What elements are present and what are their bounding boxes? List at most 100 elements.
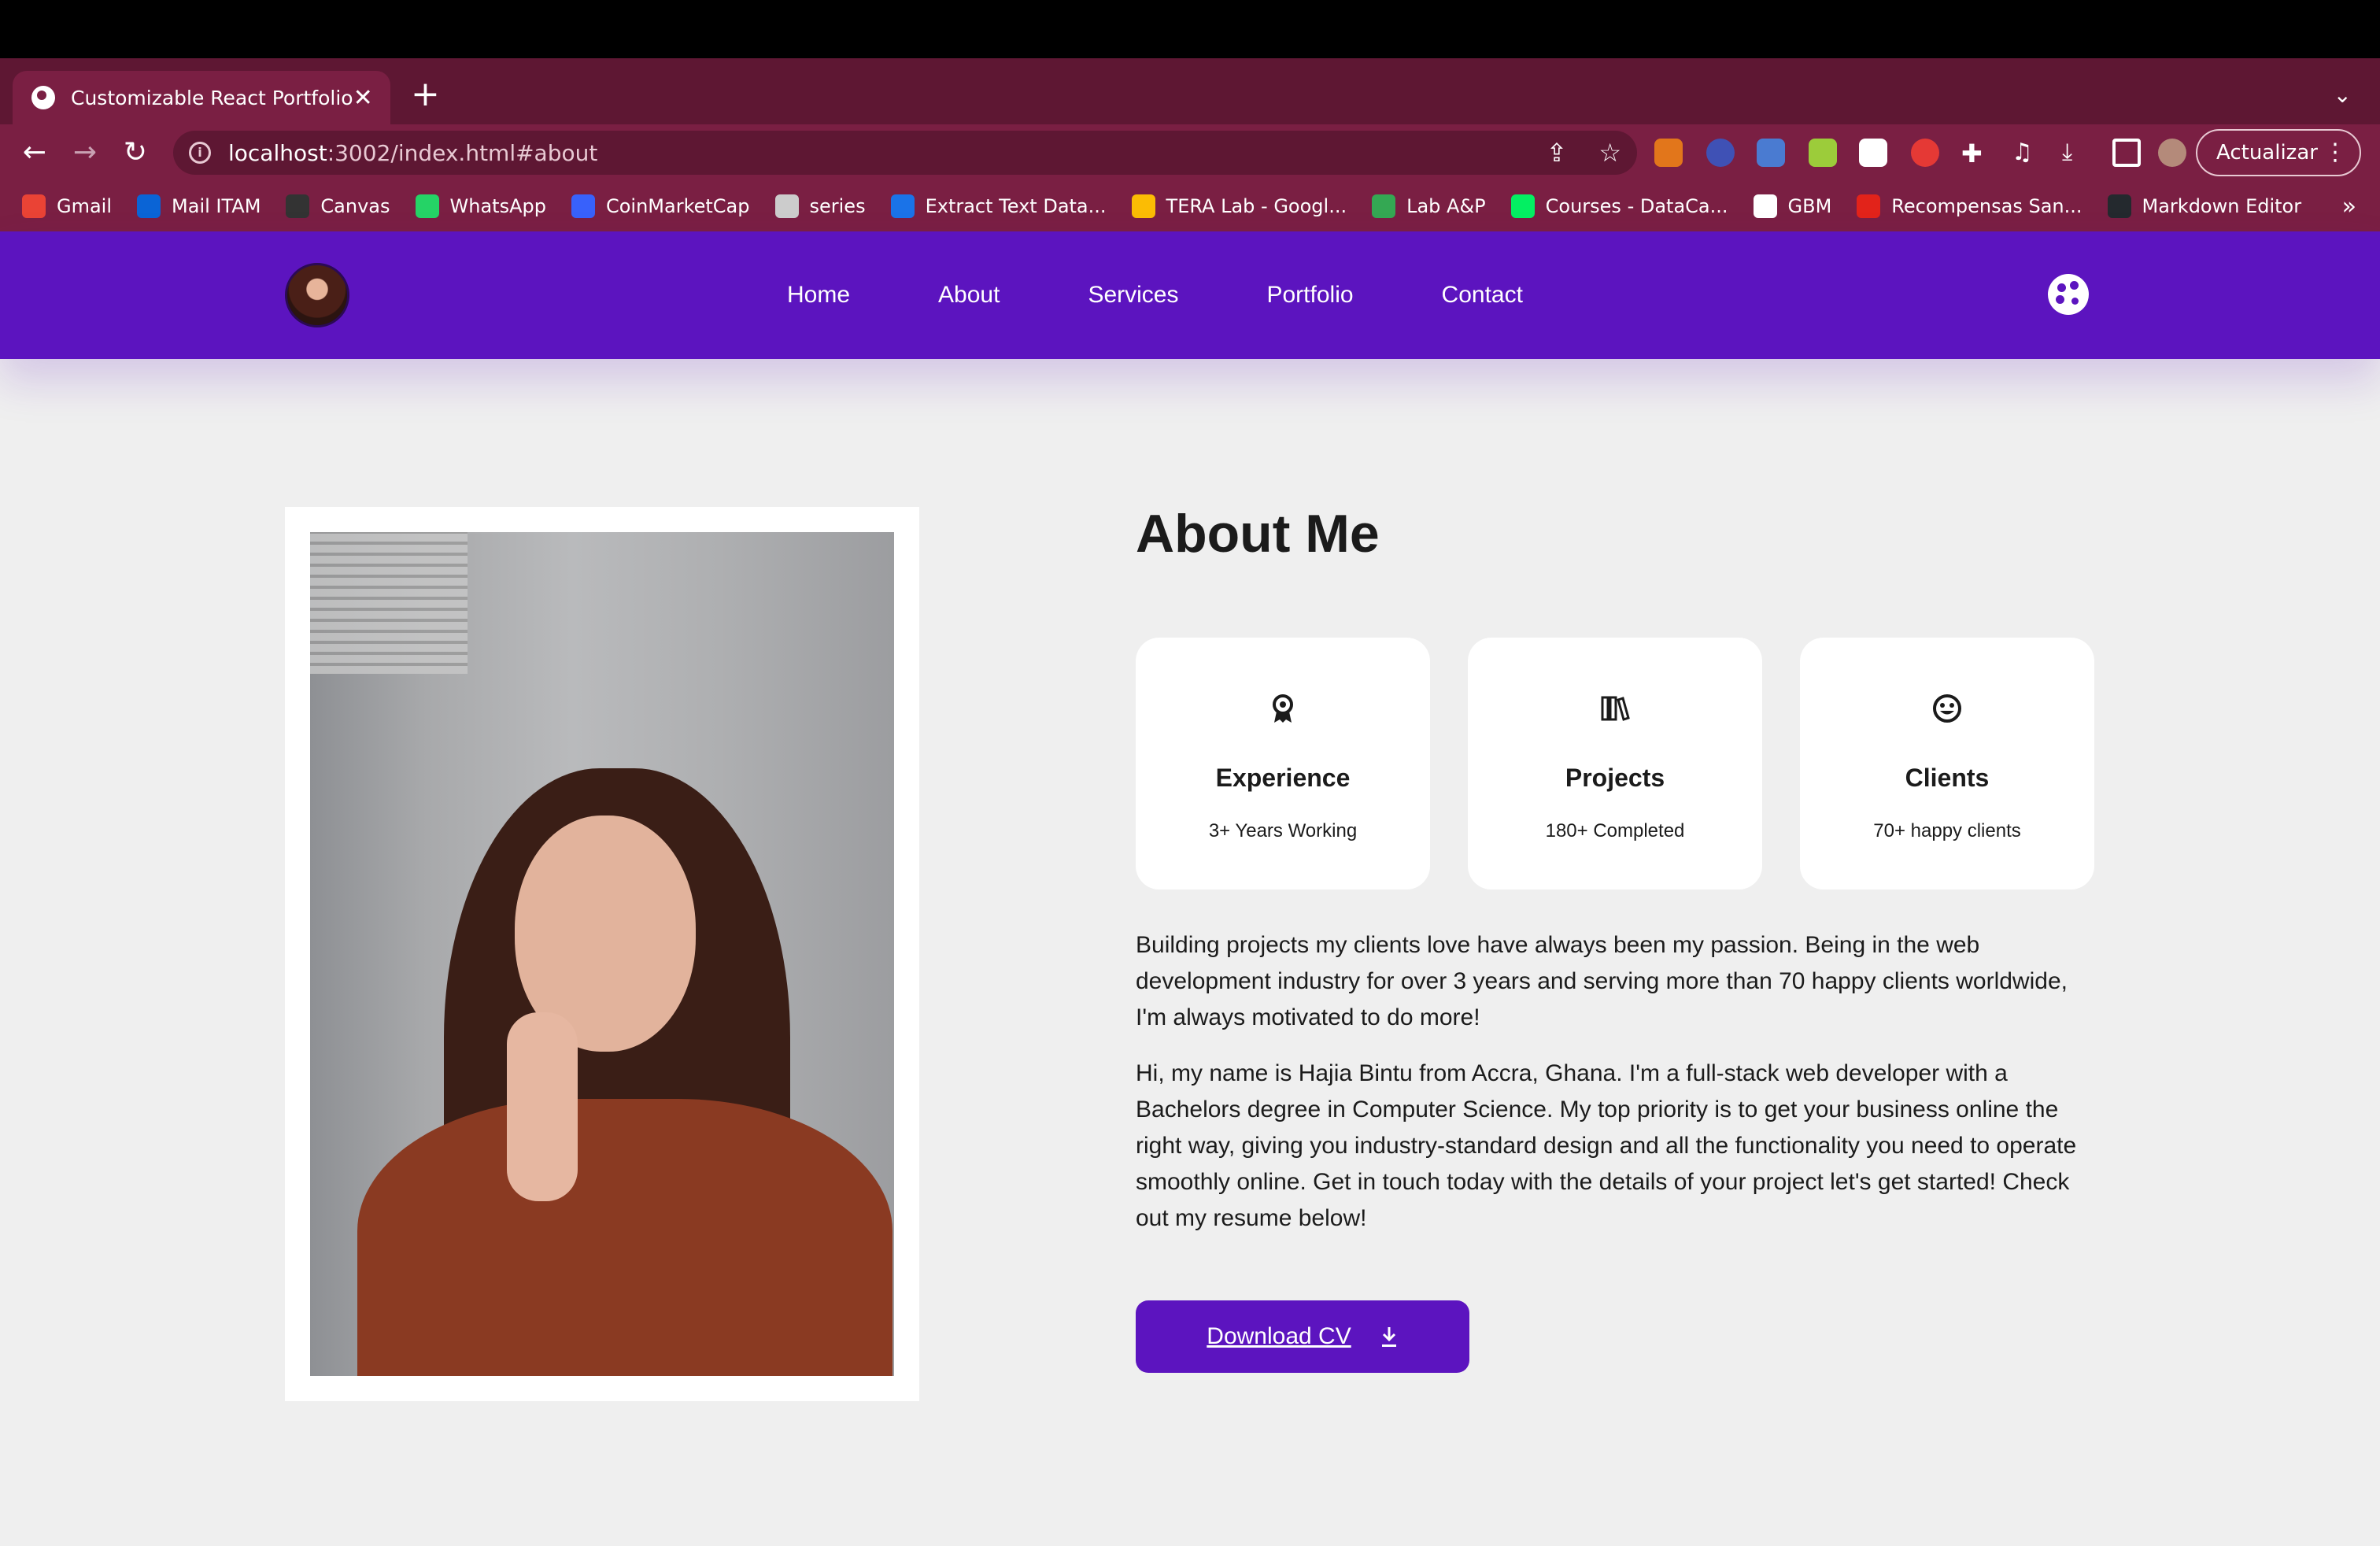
bookmark-label: Lab A&P xyxy=(1406,195,1486,217)
bookmark-icon xyxy=(2107,194,2131,218)
smile-icon xyxy=(1933,694,1961,723)
download-cv-button[interactable]: Download CV xyxy=(1136,1300,1469,1373)
page-title: About Me xyxy=(1136,504,1380,564)
bookmark-icon xyxy=(1372,194,1396,218)
stats-cards: Experience 3+ Years Working Projects 180… xyxy=(1136,638,2094,890)
bookmark-icon xyxy=(415,194,439,218)
card-title: Projects xyxy=(1565,764,1665,792)
bookmark-label: Recompensas San... xyxy=(1891,195,2082,217)
card-subtitle: 180+ Completed xyxy=(1545,820,1685,841)
bookmark-item[interactable]: GBM xyxy=(1753,194,1832,218)
bookmark-item[interactable]: Markdown Editor xyxy=(2107,194,2302,218)
back-button[interactable]: ← xyxy=(16,134,54,172)
url-host: localhost xyxy=(228,139,327,166)
bookmark-icon xyxy=(22,194,46,218)
bookmark-label: TERA Lab - Googl... xyxy=(1166,195,1347,217)
card-clients: Clients 70+ happy clients xyxy=(1800,638,2094,890)
tab-strip: Customizable React Portfolio ✕ + ⌄ xyxy=(0,58,2380,124)
extension-icon[interactable] xyxy=(1911,139,1939,167)
sidepanel-icon[interactable] xyxy=(2112,139,2141,167)
bookmark-icon xyxy=(1131,194,1155,218)
bookmark-item[interactable]: Recompensas San... xyxy=(1857,194,2082,218)
bookmark-item[interactable]: Extract Text Data... xyxy=(890,194,1107,218)
card-title: Clients xyxy=(1905,764,1990,792)
forward-button[interactable]: → xyxy=(66,134,104,172)
bookmark-item[interactable]: Mail ITAM xyxy=(137,194,261,218)
card-projects: Projects 180+ Completed xyxy=(1468,638,1762,890)
bookmark-label: GBM xyxy=(1787,195,1832,217)
card-experience: Experience 3+ Years Working xyxy=(1136,638,1430,890)
bookmark-label: CoinMarketCap xyxy=(605,195,750,217)
extension-icon[interactable] xyxy=(1706,139,1735,167)
card-title: Experience xyxy=(1215,764,1351,792)
bookmarks-bar: Gmail Mail ITAM Canvas WhatsApp CoinMarketCa… xyxy=(0,181,2380,231)
media-icon[interactable]: ♫ xyxy=(2012,139,2040,167)
main-nav: Home About Services Portfolio Contact xyxy=(787,231,1611,359)
bookmark-item[interactable]: series xyxy=(774,194,866,218)
browser-tab[interactable]: Customizable React Portfolio ✕ xyxy=(13,71,390,124)
update-button[interactable]: Actualizar ⋮ xyxy=(2196,129,2361,176)
info-icon[interactable]: i xyxy=(189,142,211,164)
bookmark-icon xyxy=(1753,194,1777,218)
bookmark-label: Gmail xyxy=(57,195,113,217)
reload-button[interactable]: ↻ xyxy=(116,134,154,172)
extension-icon[interactable] xyxy=(1757,139,1785,167)
bookmark-label: series xyxy=(809,195,866,217)
share-icon[interactable]: ⇪ xyxy=(1547,138,1568,168)
download-icon xyxy=(1381,1327,1396,1347)
bookmark-label: WhatsApp xyxy=(449,195,546,217)
tab-title: Customizable React Portfolio xyxy=(71,86,353,109)
profile-avatar[interactable] xyxy=(2158,139,2186,167)
bookmark-label: Mail ITAM xyxy=(172,195,261,217)
bookmark-item[interactable]: WhatsApp xyxy=(415,194,546,218)
new-tab-button[interactable]: + xyxy=(411,77,440,112)
bookmark-item[interactable]: Canvas xyxy=(286,194,390,218)
nav-about[interactable]: About xyxy=(938,282,1000,309)
card-subtitle: 70+ happy clients xyxy=(1873,820,2021,841)
bookmark-item[interactable]: TERA Lab - Googl... xyxy=(1131,194,1347,218)
close-icon[interactable]: ✕ xyxy=(353,84,373,112)
bookmark-item[interactable]: Gmail xyxy=(22,194,112,218)
extension-icon[interactable] xyxy=(1809,139,1837,167)
more-icon[interactable]: ⋮ xyxy=(2323,139,2347,166)
bookmarks-more-button[interactable]: » xyxy=(2342,193,2356,220)
bookmark-item[interactable]: Courses - DataCa... xyxy=(1510,194,1728,218)
about-paragraph-1: Building projects my clients love have a… xyxy=(1136,932,2068,1030)
chevron-down-icon[interactable]: ⌄ xyxy=(2334,82,2352,108)
award-icon xyxy=(1273,694,1293,723)
about-photo xyxy=(310,532,894,1376)
bookmark-label: Extract Text Data... xyxy=(925,195,1107,217)
metamask-icon[interactable] xyxy=(1654,139,1683,167)
star-icon[interactable]: ☆ xyxy=(1598,138,1621,168)
site-header: Home About Services Portfolio Contact xyxy=(0,231,2380,359)
about-photo-frame xyxy=(285,507,919,1401)
bookmark-item[interactable]: CoinMarketCap xyxy=(571,194,750,218)
card-subtitle: 3+ Years Working xyxy=(1208,820,1358,841)
bookmark-item[interactable]: Lab A&P xyxy=(1372,194,1486,218)
nav-contact[interactable]: Contact xyxy=(1442,282,1523,309)
nav-portfolio[interactable]: Portfolio xyxy=(1266,282,1353,309)
bookmark-icon xyxy=(571,194,595,218)
extension-icon[interactable] xyxy=(1859,139,1887,167)
nav-home[interactable]: Home xyxy=(787,282,850,309)
bookmark-icon xyxy=(286,194,310,218)
puzzle-icon[interactable]: ✚ xyxy=(1961,139,1990,168)
download-cv-label: Download CV xyxy=(1207,1323,1351,1349)
download-icon[interactable]: ⤓ xyxy=(2062,139,2090,167)
books-icon xyxy=(1601,696,1630,721)
url-path: :3002/index.html#about xyxy=(327,139,598,166)
browser-toolbar: ← → ↻ i localhost:3002/index.html#about … xyxy=(0,124,2380,181)
update-label: Actualizar xyxy=(2216,141,2318,165)
nav-services[interactable]: Services xyxy=(1088,282,1178,309)
screen-top-bar xyxy=(0,0,2380,58)
bookmark-icon xyxy=(1857,194,1881,218)
bookmark-label: Courses - DataCa... xyxy=(1545,195,1728,217)
avatar[interactable] xyxy=(285,263,349,327)
bookmark-icon xyxy=(890,194,915,218)
palette-icon[interactable] xyxy=(2048,274,2089,315)
address-bar[interactable]: i localhost:3002/index.html#about ⇪ ☆ xyxy=(173,131,1637,175)
bookmark-icon xyxy=(137,194,161,218)
bookmark-label: Markdown Editor xyxy=(2142,195,2302,217)
page-content: Home About Services Portfolio Contact Ab… xyxy=(0,231,2380,1546)
bookmark-icon xyxy=(774,194,799,218)
